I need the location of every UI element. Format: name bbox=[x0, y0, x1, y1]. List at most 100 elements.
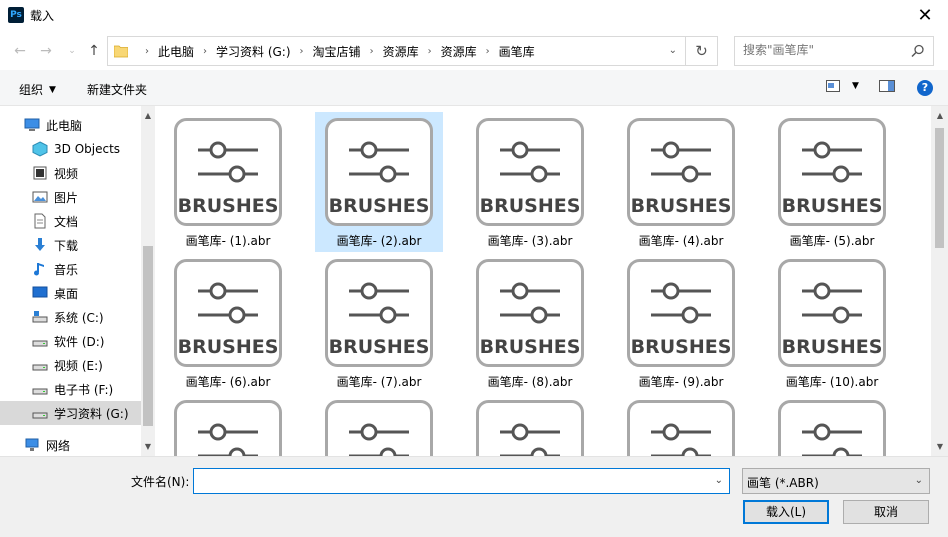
close-button[interactable]: ✕ bbox=[902, 0, 948, 31]
file-name: 画笔库- (8).abr bbox=[487, 375, 573, 389]
file-item[interactable]: BRUSHES 画笔库- (7).abr bbox=[315, 253, 443, 393]
sidebar-item[interactable]: 音乐 bbox=[0, 257, 141, 281]
file-name: 画笔库- (10).abr bbox=[785, 375, 879, 389]
search-input[interactable] bbox=[743, 43, 903, 57]
brushes-file-icon bbox=[476, 400, 584, 456]
download-icon bbox=[35, 238, 45, 251]
dialog-footer: 文件名(N): ⌄ 画笔 (*.ABR) ⌄ 载入(L) 取消 bbox=[0, 456, 948, 537]
load-button[interactable]: 载入(L) bbox=[743, 500, 829, 524]
recent-locations-button[interactable]: ⌄ bbox=[62, 41, 82, 61]
navigation-scrollbar[interactable]: ▲ ▼ bbox=[141, 106, 155, 456]
sidebar-item[interactable]: 电子书 (F:) bbox=[0, 377, 141, 401]
sidebar-item[interactable]: 文档 bbox=[0, 209, 141, 233]
close-icon: ✕ bbox=[917, 5, 933, 26]
file-name: 画笔库- (4).abr bbox=[638, 234, 724, 248]
help-button[interactable]: ? bbox=[917, 80, 933, 96]
sidebar-item[interactable]: 视频 bbox=[0, 161, 141, 185]
chevron-right-icon[interactable]: › bbox=[428, 46, 432, 57]
cancel-button[interactable]: 取消 bbox=[843, 500, 929, 524]
up-button[interactable]: ↑ bbox=[84, 41, 104, 61]
file-item[interactable]: BRUSHES 画笔库- (10).abr bbox=[768, 253, 896, 393]
sidebar-item-label: 系统 (C:) bbox=[54, 310, 104, 325]
brushes-thumb-text: BRUSHES bbox=[178, 336, 279, 358]
file-item[interactable]: BRUSHES 画笔库- (2).abr bbox=[315, 112, 443, 252]
chevron-right-icon[interactable]: › bbox=[370, 46, 374, 57]
navigation-scrollbar-thumb[interactable] bbox=[143, 246, 153, 426]
chevron-right-icon[interactable]: › bbox=[145, 46, 149, 57]
preview-pane-button[interactable] bbox=[879, 80, 895, 92]
view-options-button[interactable]: ▼ bbox=[826, 80, 859, 92]
sidebar-item[interactable]: 此电脑 bbox=[0, 113, 141, 137]
sidebar-item-label: 下载 bbox=[54, 238, 79, 253]
address-bar[interactable]: › 此电脑 › 学习资料 (G:) › 淘宝店铺 › 资源库 › 资源库 › 画笔库 ⌄ ↻ bbox=[107, 36, 718, 66]
breadcrumb-item[interactable]: › 资源库 bbox=[361, 43, 419, 60]
refresh-button[interactable]: ↻ bbox=[685, 37, 717, 65]
file-item[interactable] bbox=[315, 394, 443, 456]
brushes-thumb-text: BRUSHES bbox=[178, 195, 279, 217]
breadcrumb-item[interactable]: › 画笔库 bbox=[477, 43, 535, 60]
file-list-scrollbar-thumb[interactable] bbox=[935, 128, 944, 248]
sidebar-item[interactable]: 图片 bbox=[0, 185, 141, 209]
breadcrumb-item[interactable]: › 学习资料 (G:) bbox=[194, 43, 291, 60]
sidebar-item[interactable]: 系统 (C:) bbox=[0, 305, 141, 329]
sidebar-item[interactable]: 学习资料 (G:) bbox=[0, 401, 141, 425]
organize-menu-button[interactable]: 组织 ▼ bbox=[19, 81, 56, 98]
file-item[interactable]: BRUSHES 画笔库- (9).abr bbox=[617, 253, 745, 393]
breadcrumb-item[interactable]: › 资源库 bbox=[419, 43, 477, 60]
music-icon bbox=[34, 263, 44, 276]
chevron-right-icon[interactable]: › bbox=[486, 46, 490, 57]
breadcrumb: › 此电脑 › 学习资料 (G:) › 淘宝店铺 › 资源库 › 资源库 › 画笔库 bbox=[136, 37, 535, 65]
sidebar-item-label: 电子书 (F:) bbox=[54, 382, 114, 397]
file-item[interactable] bbox=[617, 394, 745, 456]
address-dropdown-button[interactable]: ⌄ bbox=[669, 45, 677, 56]
sidebar-item-label: 文档 bbox=[54, 214, 79, 229]
chevron-down-icon: ⌄ bbox=[914, 475, 923, 486]
file-item[interactable]: BRUSHES 画笔库- (8).abr bbox=[466, 253, 594, 393]
file-item[interactable] bbox=[768, 394, 896, 456]
brushes-file-icon bbox=[627, 400, 735, 456]
search-box[interactable] bbox=[734, 36, 934, 66]
chevron-right-icon[interactable]: › bbox=[300, 46, 304, 57]
chevron-down-icon[interactable]: ⌄ bbox=[715, 475, 723, 486]
file-item[interactable]: BRUSHES 画笔库- (1).abr bbox=[164, 112, 292, 252]
file-item[interactable]: BRUSHES 画笔库- (6).abr bbox=[164, 253, 292, 393]
sidebar-item[interactable]: 3D Objects bbox=[0, 137, 141, 161]
sidebar-item[interactable]: 软件 (D:) bbox=[0, 329, 141, 353]
sidebar-item[interactable]: 桌面 bbox=[0, 281, 141, 305]
drive-system-icon bbox=[32, 311, 48, 323]
sidebar-item-label: 学习资料 (G:) bbox=[54, 406, 129, 421]
refresh-icon: ↻ bbox=[695, 42, 708, 60]
breadcrumb-item[interactable]: › 此电脑 bbox=[136, 43, 194, 60]
pictures-icon bbox=[32, 191, 48, 203]
sidebar-item[interactable]: 下载 bbox=[0, 233, 141, 257]
chevron-down-icon: ⌄ bbox=[668, 45, 677, 56]
search-icon bbox=[911, 44, 924, 58]
new-folder-button[interactable]: 新建文件夹 bbox=[87, 81, 147, 98]
file-item[interactable]: BRUSHES 画笔库- (5).abr bbox=[768, 112, 896, 252]
filetype-select[interactable]: 画笔 (*.ABR) ⌄ bbox=[742, 468, 930, 494]
file-item[interactable]: BRUSHES 画笔库- (4).abr bbox=[617, 112, 745, 252]
brushes-file-icon bbox=[325, 400, 433, 456]
filename-combobox[interactable]: ⌄ bbox=[193, 468, 730, 494]
file-name: 画笔库- (5).abr bbox=[789, 234, 875, 248]
back-button[interactable]: ← bbox=[10, 41, 30, 61]
file-item[interactable] bbox=[164, 394, 292, 456]
file-item[interactable] bbox=[466, 394, 594, 456]
file-item[interactable]: BRUSHES 画笔库- (3).abr bbox=[466, 112, 594, 252]
drive-icon bbox=[32, 364, 48, 371]
breadcrumb-label: 资源库 bbox=[440, 44, 477, 59]
breadcrumb-item[interactable]: › 淘宝店铺 bbox=[291, 43, 361, 60]
forward-button[interactable]: → bbox=[36, 41, 56, 61]
file-name: 画笔库- (3).abr bbox=[487, 234, 573, 248]
file-list-scrollbar[interactable]: ▲ ▼ bbox=[931, 106, 948, 456]
documents-icon bbox=[34, 213, 46, 229]
help-icon: ? bbox=[917, 80, 933, 96]
sidebar-item[interactable]: 网络 bbox=[0, 433, 141, 456]
sidebar-item[interactable]: 视频 (E:) bbox=[0, 353, 141, 377]
brushes-file-icon: BRUSHES bbox=[778, 118, 886, 226]
filename-input[interactable] bbox=[198, 473, 698, 487]
address-row: ← → ⌄ ↑ › 此电脑 › 学习资料 (G:) › 淘宝店铺 › 资源库 › 资源库 › 画笔库 … bbox=[0, 31, 948, 70]
chevron-right-icon[interactable]: › bbox=[203, 46, 207, 57]
brushes-thumb-text: BRUSHES bbox=[631, 336, 732, 358]
file-list-view: BRUSHES 画笔库- (1).abr BRUSHES 画笔库- (2).abr BR… bbox=[155, 106, 931, 456]
